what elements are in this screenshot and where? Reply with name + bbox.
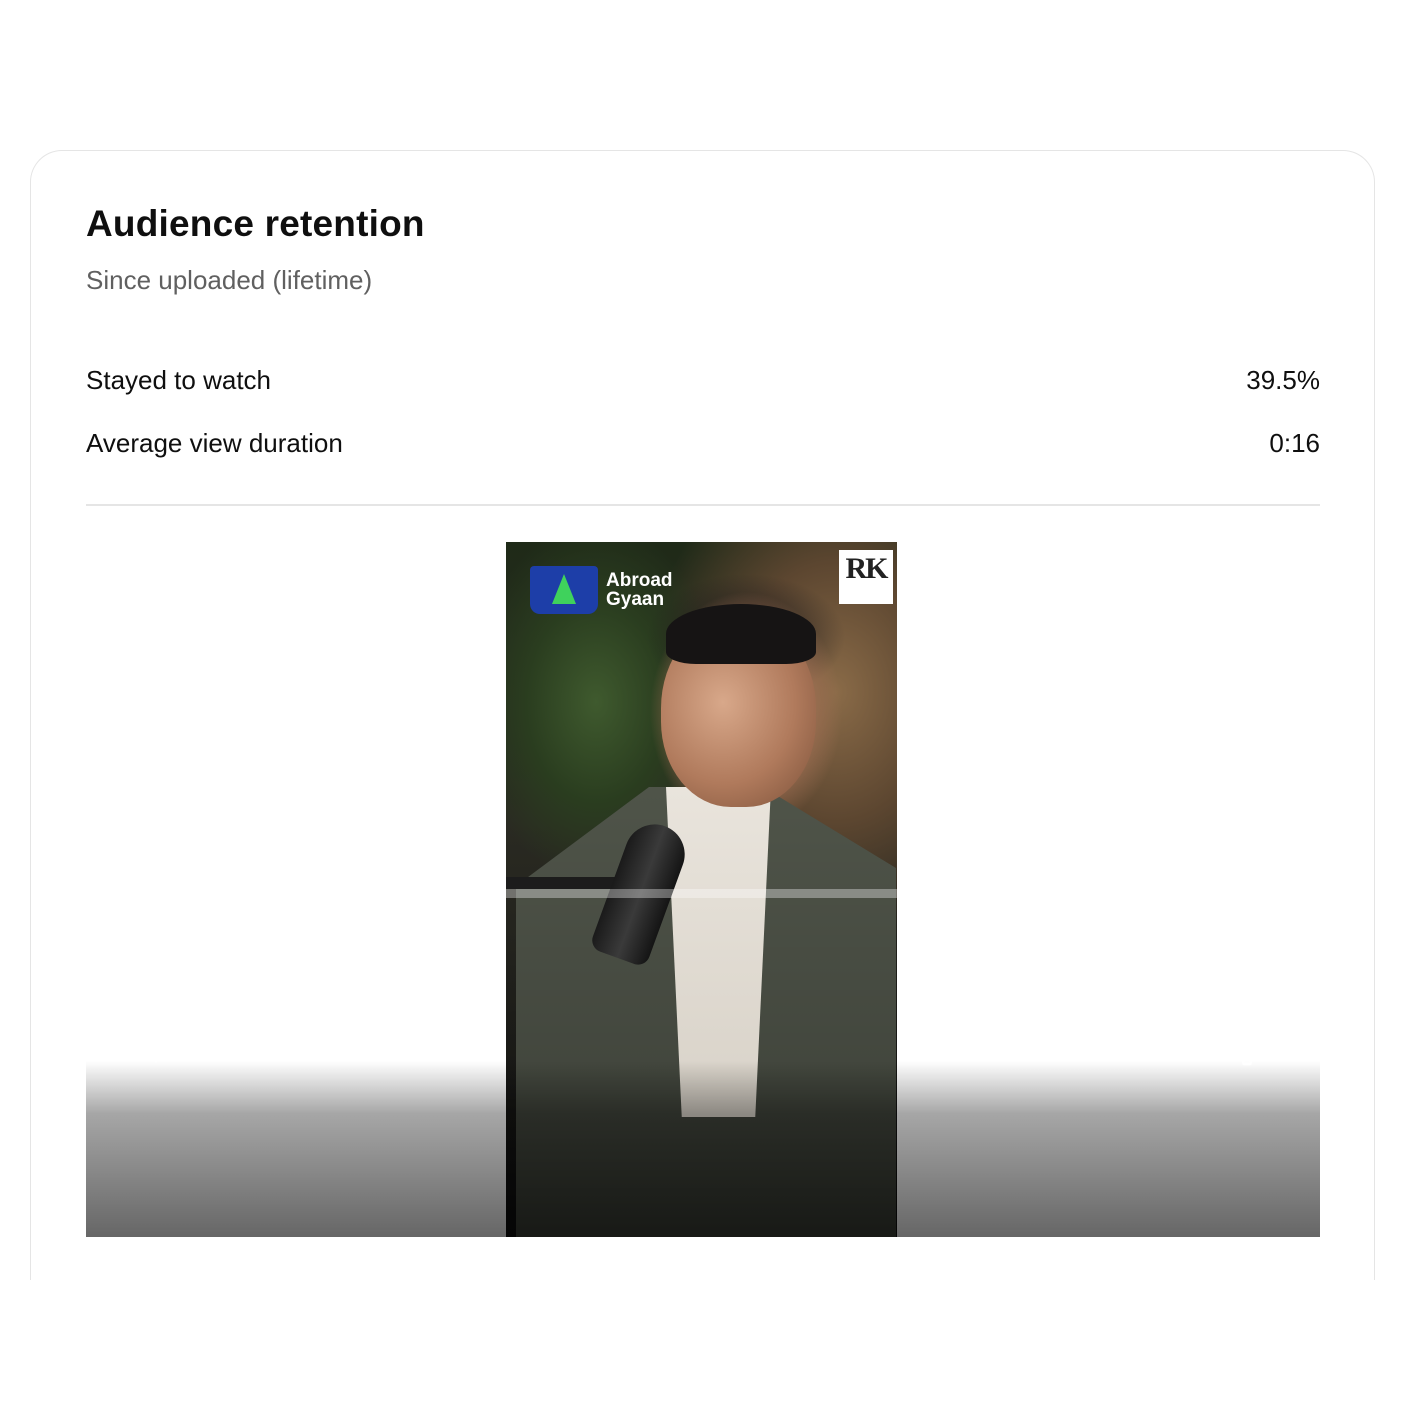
- time-display: 0:00 / 0:43: [268, 1027, 410, 1060]
- brand-name: Abroad Gyaan: [606, 570, 673, 610]
- audience-retention-card: Audience retention Since uploaded (lifet…: [30, 150, 1375, 1280]
- rk-logo-text: RK: [845, 552, 889, 585]
- stat-row-average-view-duration: Average view duration 0:16: [86, 428, 1320, 459]
- progress-bar[interactable]: [58, 889, 1238, 898]
- divider: [86, 504, 1320, 506]
- stat-value: 39.5%: [1246, 365, 1320, 395]
- volume-icon: [136, 1029, 173, 1063]
- volume-button[interactable]: [130, 1022, 186, 1070]
- card-title: Audience retention: [86, 203, 425, 244]
- rk-logo: RK: [839, 550, 893, 604]
- abroad-gyaan-logo: Abroad Gyaan: [530, 566, 673, 614]
- progress-bar-buffered: [58, 889, 389, 898]
- mic-arm: [506, 877, 626, 889]
- stat-label: Stayed to watch: [86, 365, 271, 395]
- play-icon: [49, 1030, 76, 1062]
- stat-value: 0:16: [1269, 428, 1320, 458]
- settings-button[interactable]: [1220, 1018, 1274, 1072]
- book-logo-icon: [530, 566, 598, 614]
- card-subtitle: Since uploaded (lifetime): [86, 265, 373, 295]
- video-subject-hair: [666, 604, 816, 664]
- stat-label: Average view duration: [86, 428, 343, 458]
- controls-overlay: [86, 1061, 1320, 1237]
- stat-row-stayed-to-watch: Stayed to watch 39.5%: [86, 365, 1320, 396]
- gear-icon: [1226, 1022, 1268, 1066]
- play-button[interactable]: [38, 1022, 86, 1070]
